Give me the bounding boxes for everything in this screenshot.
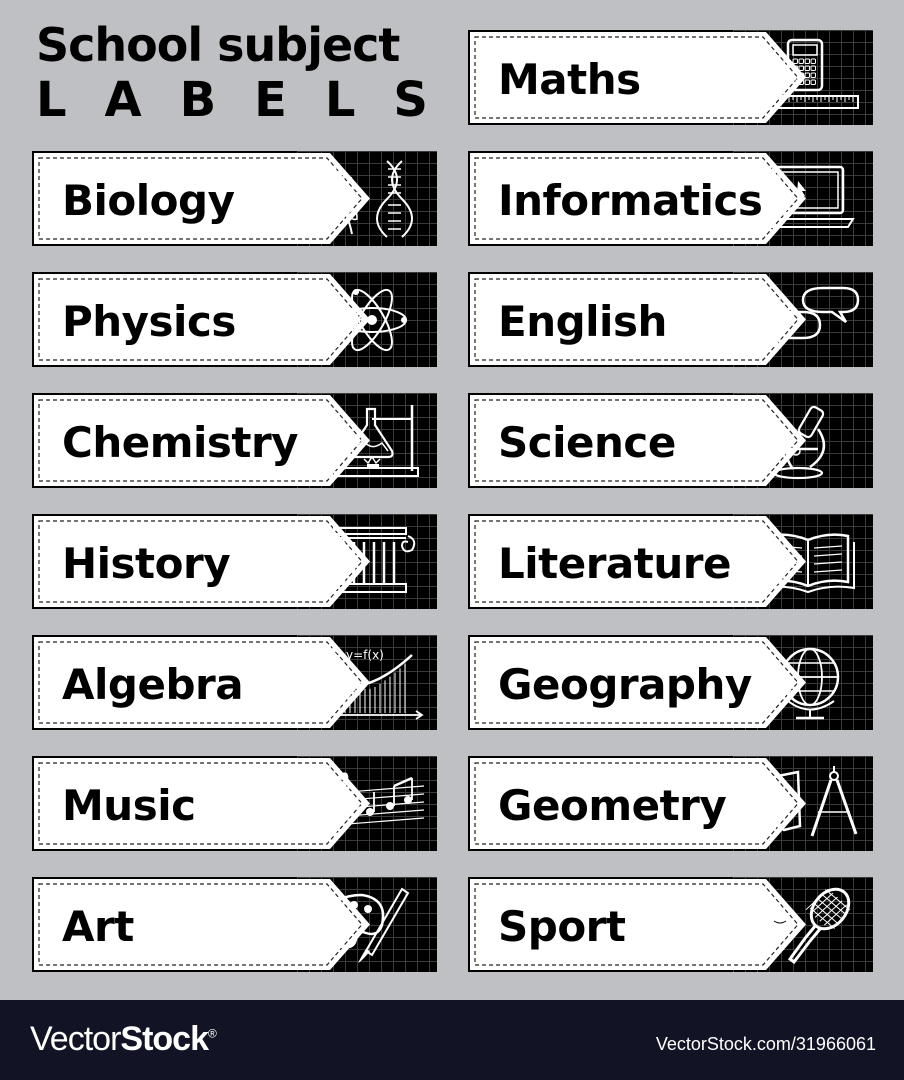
- title-line-1: School subject: [36, 18, 400, 72]
- subject-label-algebra: Algebra y=f(x): [32, 635, 437, 730]
- vectorstock-logo: VectorStock®: [30, 1020, 217, 1058]
- subject-label-maths: Maths: [468, 30, 873, 125]
- subject-label-geometry: Geometry: [468, 756, 873, 851]
- subject-name: Science: [498, 418, 676, 467]
- subject-label-chemistry: Chemistry: [32, 393, 437, 488]
- laptop-icon: [761, 165, 855, 228]
- open-book-icon: [761, 533, 855, 594]
- subject-name: Algebra: [62, 660, 244, 709]
- subject-name: Chemistry: [62, 418, 299, 467]
- subject-label-music: Music: [32, 756, 437, 851]
- subject-name: Biology: [62, 176, 235, 225]
- subject-name: Art: [62, 902, 134, 951]
- subject-label-art: Art: [32, 877, 437, 972]
- subject-label-geography: Geography: [468, 635, 873, 730]
- title-line-2: L A B E L S: [36, 72, 428, 128]
- palette-brush-icon: [322, 887, 410, 963]
- subject-label-physics: Physics: [32, 272, 437, 367]
- function-graph-icon: y=f(x): [325, 645, 424, 720]
- flower-dna-icon: [317, 160, 413, 238]
- tennis-racket-icon: [773, 887, 851, 964]
- subject-label-english: English: [468, 272, 873, 367]
- subject-label-history: History: [32, 514, 437, 609]
- atom-icon: [337, 288, 407, 352]
- music-notes-icon: [321, 772, 425, 836]
- column-icon: [324, 527, 416, 593]
- subject-name: History: [62, 539, 231, 588]
- subject-name: Physics: [62, 297, 236, 346]
- subject-label-sport: Sport: [468, 877, 873, 972]
- speech-bubbles-icon: [766, 286, 860, 352]
- subject-label-informatics: Informatics: [468, 151, 873, 246]
- subject-name: Sport: [498, 902, 626, 951]
- footer-bar: VectorStock® VectorStock.com/31966061: [0, 1000, 904, 1080]
- subject-label-science: Science: [468, 393, 873, 488]
- calculator-ruler-icon: [752, 38, 859, 109]
- subject-label-literature: Literature: [468, 514, 873, 609]
- subject-name: Literature: [498, 539, 731, 588]
- subject-label-biology: Biology: [32, 151, 437, 246]
- image-url: VectorStock.com/31966061: [655, 1034, 876, 1054]
- flask-burner-icon: [331, 405, 419, 477]
- subject-name: Maths: [498, 55, 641, 104]
- protractor-compass-icon: [760, 766, 858, 837]
- subject-name: English: [498, 297, 667, 346]
- subject-name: Music: [62, 781, 196, 830]
- globe-icon: [780, 647, 840, 720]
- subject-name: Geometry: [498, 781, 727, 830]
- page-title: School subject L A B E L S: [36, 18, 436, 128]
- subject-name: Geography: [498, 660, 752, 709]
- function-label: y=f(x): [346, 648, 384, 662]
- microscope-icon: [772, 405, 826, 480]
- subject-name: Informatics: [498, 176, 763, 225]
